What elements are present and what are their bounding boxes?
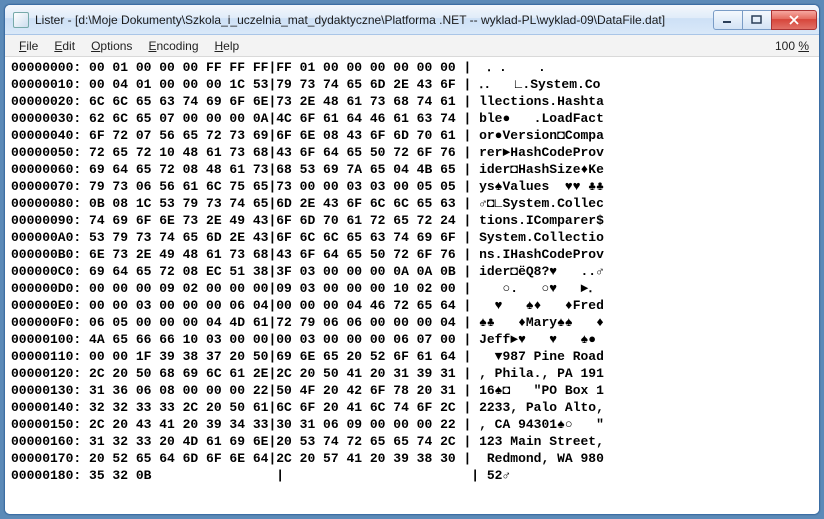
zoom-indicator[interactable]: 100 %: [771, 37, 813, 55]
hex-dump: 00000000: 00 01 00 00 00 FF FF FF|FF 01 …: [5, 57, 819, 486]
menubar: File Edit Options Encoding Help 100 %: [5, 35, 819, 57]
close-icon: [788, 15, 800, 25]
app-icon: [13, 12, 29, 28]
window-controls: [714, 10, 817, 30]
titlebar[interactable]: Lister - [d:\Moje Dokumenty\Szkola_i_ucz…: [5, 5, 819, 35]
window-title: Lister - [d:\Moje Dokumenty\Szkola_i_ucz…: [35, 13, 714, 27]
menu-file[interactable]: File: [11, 37, 46, 55]
close-button[interactable]: [771, 10, 817, 30]
menu-options[interactable]: Options: [83, 37, 140, 55]
content-area[interactable]: 00000000: 00 01 00 00 00 FF FF FF|FF 01 …: [5, 57, 819, 514]
menu-encoding[interactable]: Encoding: [140, 37, 206, 55]
maximize-button[interactable]: [742, 10, 772, 30]
menu-edit[interactable]: Edit: [46, 37, 83, 55]
menu-help[interactable]: Help: [207, 37, 248, 55]
lister-window: Lister - [d:\Moje Dokumenty\Szkola_i_ucz…: [4, 4, 820, 515]
maximize-icon: [751, 15, 763, 25]
minimize-button[interactable]: [713, 10, 743, 30]
minimize-icon: [722, 15, 734, 25]
